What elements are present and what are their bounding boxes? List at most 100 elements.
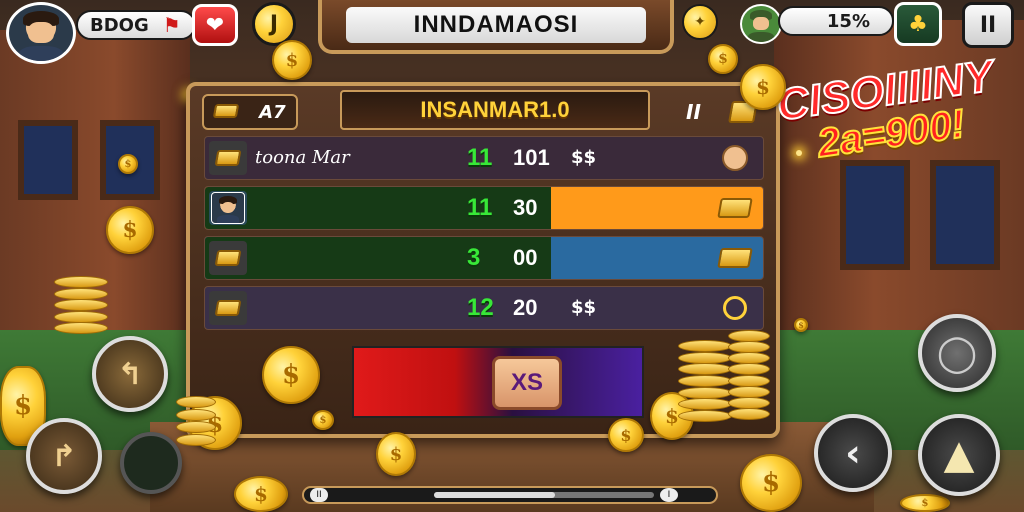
row-highlight bbox=[205, 187, 551, 229]
coin-disc bbox=[678, 386, 732, 399]
row-label: toona Mar bbox=[255, 147, 350, 168]
coin: $ bbox=[234, 476, 288, 512]
coin-disc bbox=[678, 398, 732, 411]
coin-stack bbox=[728, 330, 770, 420]
coin-disc bbox=[176, 408, 216, 421]
heart-badge-icon[interactable]: ❤ bbox=[192, 4, 238, 46]
opponent-percent: 15% bbox=[826, 10, 870, 32]
coin-stack bbox=[176, 396, 216, 446]
multiplier-label: XS bbox=[510, 369, 543, 396]
coin: $ bbox=[740, 454, 802, 512]
coin-disc bbox=[54, 287, 108, 300]
row-highlight bbox=[205, 237, 551, 279]
row-rank: 11 bbox=[467, 194, 493, 221]
coin: $ bbox=[708, 44, 738, 74]
coin-disc bbox=[678, 351, 732, 364]
leaderboard-row[interactable]: 3 00 bbox=[204, 236, 764, 280]
panel-head-right-text: II bbox=[686, 100, 701, 124]
leaderboard-row[interactable]: 12 20 $$ bbox=[204, 286, 764, 330]
progress-end-marker: I bbox=[660, 488, 678, 502]
multiplier-button[interactable]: XS bbox=[492, 356, 562, 410]
back-arrow-button[interactable]: ‹ bbox=[814, 414, 892, 492]
game-title: INNDAMAOSI bbox=[346, 7, 646, 43]
row-score: 00 bbox=[513, 245, 538, 270]
coin: $ bbox=[376, 432, 416, 476]
pause-icon: II bbox=[979, 12, 997, 38]
row-rank: 3 bbox=[467, 244, 481, 271]
flag-icon: ⚑ bbox=[162, 13, 181, 37]
coin-disc bbox=[728, 374, 770, 387]
coin-disc bbox=[54, 322, 108, 334]
progress-start-marker: II bbox=[310, 488, 328, 502]
row-rank: 11 bbox=[467, 144, 493, 171]
row-score: 30 bbox=[513, 195, 538, 220]
row-icon bbox=[209, 141, 247, 175]
coin-disc bbox=[728, 385, 770, 398]
row-unit: $$ bbox=[571, 147, 597, 168]
window bbox=[840, 160, 910, 270]
coin-glyph: J bbox=[269, 11, 279, 37]
coin: $ bbox=[608, 418, 644, 452]
jump-button[interactable]: ↰ bbox=[92, 336, 168, 412]
coin-stack bbox=[54, 276, 108, 334]
coin-disc bbox=[728, 363, 770, 376]
gold-bar-icon bbox=[213, 102, 240, 123]
player-name-plate: BDOG ⚑ bbox=[76, 10, 196, 40]
coin: $ bbox=[118, 154, 138, 174]
window bbox=[930, 160, 1000, 270]
coin-icon: ✦ bbox=[682, 4, 718, 40]
clover-icon[interactable]: ♣ bbox=[894, 2, 942, 46]
gold-bar-icon bbox=[717, 193, 753, 223]
coin-stack bbox=[678, 340, 732, 422]
coin-disc bbox=[176, 396, 216, 408]
title-banner: INNDAMAOSI bbox=[318, 0, 674, 54]
coin-disc bbox=[678, 410, 732, 422]
player-name: BDOG bbox=[90, 14, 149, 36]
coin-disc bbox=[678, 363, 732, 376]
coin-disc bbox=[176, 421, 216, 434]
coin: $ bbox=[272, 40, 312, 80]
film-reel-icon[interactable]: ◯ bbox=[918, 314, 996, 392]
panel-title: INSANMAR1.0 bbox=[340, 90, 650, 130]
row-rank: 12 bbox=[467, 294, 494, 321]
coin: $ bbox=[794, 318, 808, 332]
coin-disc bbox=[54, 299, 108, 311]
timer-icon bbox=[717, 293, 753, 323]
leaderboard-row[interactable]: toona Mar 11 101 $$ bbox=[204, 136, 764, 180]
gold-bar-icon bbox=[717, 243, 753, 273]
coin: $ bbox=[900, 494, 950, 512]
coin-disc bbox=[176, 434, 216, 446]
coin-disc bbox=[728, 352, 770, 365]
level-progress-bar[interactable]: II I bbox=[302, 486, 718, 504]
coin-disc bbox=[678, 375, 732, 387]
coin-disc bbox=[54, 276, 108, 288]
leaderboard-row[interactable]: 11 30 bbox=[204, 186, 764, 230]
player-avatar[interactable] bbox=[6, 2, 76, 64]
progress-fill bbox=[434, 492, 555, 498]
empty-slot-button[interactable] bbox=[120, 432, 182, 494]
coin-disc bbox=[728, 408, 770, 420]
pause-button[interactable]: II bbox=[962, 2, 1014, 48]
coin-disc bbox=[728, 396, 770, 409]
coin-disc bbox=[678, 340, 732, 352]
coin-disc bbox=[54, 310, 108, 323]
up-arrow-button[interactable]: ▲ bbox=[918, 414, 1000, 496]
row-icon bbox=[209, 291, 247, 325]
coin: $ bbox=[740, 64, 786, 110]
coin-disc bbox=[728, 341, 770, 354]
panel-head-left-text: A7 bbox=[259, 101, 286, 123]
panel-head-left: A7 bbox=[202, 94, 298, 130]
row-score: 101 bbox=[513, 145, 550, 170]
row-icon bbox=[209, 241, 247, 275]
opponent-percent-plate: 15% bbox=[778, 6, 894, 36]
row-score: 20 bbox=[513, 295, 538, 320]
coin-disc bbox=[728, 330, 770, 342]
window bbox=[18, 120, 78, 200]
dash-button[interactable]: ↱ bbox=[26, 418, 102, 494]
row-icon bbox=[209, 191, 247, 225]
action-bar: XS bbox=[352, 346, 644, 418]
coin: $ bbox=[106, 206, 154, 254]
coin: $ bbox=[312, 410, 334, 430]
coin: $ bbox=[262, 346, 320, 404]
opponent-avatar[interactable] bbox=[740, 4, 782, 44]
